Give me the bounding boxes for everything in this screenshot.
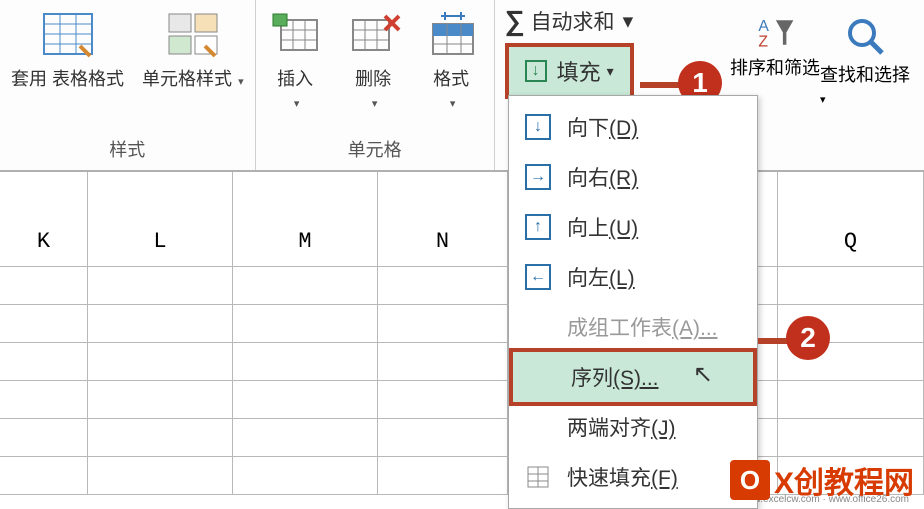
delete-cells-icon <box>345 8 405 63</box>
cell-styles-button[interactable]: 单元格样式 ▾ <box>139 5 247 94</box>
menu-flash-fill[interactable]: 快速填充(F) <box>509 452 757 502</box>
styles-group-label: 样式 <box>109 136 145 162</box>
menu-justify[interactable]: 两端对齐(J) <box>509 402 757 452</box>
fill-down-icon <box>525 60 547 82</box>
office-icon: O <box>730 460 770 500</box>
menu-series[interactable]: 序列(S)... ↖ <box>509 348 757 406</box>
styles-group: 套用 表格格式 单元格样式 ▾ 样式 <box>0 0 256 170</box>
col-header-q[interactable]: Q <box>778 172 924 266</box>
cells-group: 插入▾ 删除▾ 格式▾ 单元格 <box>256 0 495 170</box>
table-row <box>0 267 924 305</box>
arrow-up-icon: ↑ <box>525 214 551 240</box>
callout-badge-2: 2 <box>786 316 830 360</box>
flash-fill-icon <box>525 464 551 490</box>
cells-group-label: 单元格 <box>348 136 402 162</box>
col-header-k[interactable]: K <box>0 172 88 266</box>
col-header-l[interactable]: L <box>88 172 233 266</box>
format-cells-icon <box>423 8 483 63</box>
sort-filter-icon: AZ <box>755 15 795 50</box>
arrow-left-icon: ← <box>525 264 551 290</box>
table-format-icon <box>38 8 98 63</box>
callout-connector-1 <box>640 82 680 88</box>
menu-fill-down[interactable]: ↓ 向下(D) <box>509 102 757 152</box>
column-headers: K L M N Q <box>0 172 924 267</box>
delete-button[interactable]: 删除▾ <box>342 5 408 115</box>
table-row <box>0 381 924 419</box>
table-row <box>0 343 924 381</box>
magnifier-icon <box>844 15 886 57</box>
col-header-m[interactable]: M <box>233 172 378 266</box>
menu-fill-left[interactable]: ← 向左(L) <box>509 252 757 302</box>
svg-text:A: A <box>758 18 769 35</box>
arrow-down-icon: ↓ <box>525 114 551 140</box>
sigma-icon: ∑ <box>505 5 525 37</box>
insert-cells-icon <box>267 8 327 63</box>
fill-button[interactable]: 填充 ▾ <box>505 43 634 99</box>
svg-text:Z: Z <box>758 34 768 51</box>
sort-filter-button[interactable]: AZ 排序和筛选 <box>730 15 820 80</box>
format-button[interactable]: 格式▾ <box>420 5 486 115</box>
find-select-button[interactable]: 查找和选择▾ <box>820 15 910 108</box>
cell-styles-icon <box>163 8 223 63</box>
callout-connector-2 <box>758 338 788 344</box>
watermark: O X创教程网 <box>730 458 914 502</box>
format-as-table-button[interactable]: 套用 表格格式 <box>8 5 127 94</box>
menu-fill-right[interactable]: → 向右(R) <box>509 152 757 202</box>
menu-across-worksheets: 成组工作表(A)... <box>509 302 757 352</box>
insert-button[interactable]: 插入▾ <box>264 5 330 115</box>
table-row <box>0 419 924 457</box>
arrow-right-icon: → <box>525 164 551 190</box>
menu-fill-up[interactable]: ↑ 向上(U) <box>509 202 757 252</box>
cursor-icon: ↖ <box>693 360 713 389</box>
fill-dropdown-menu: ↓ 向下(D) → 向右(R) ↑ 向上(U) ← 向左(L) 成组工作表(A)… <box>508 95 758 509</box>
col-header-n[interactable]: N <box>378 172 508 266</box>
